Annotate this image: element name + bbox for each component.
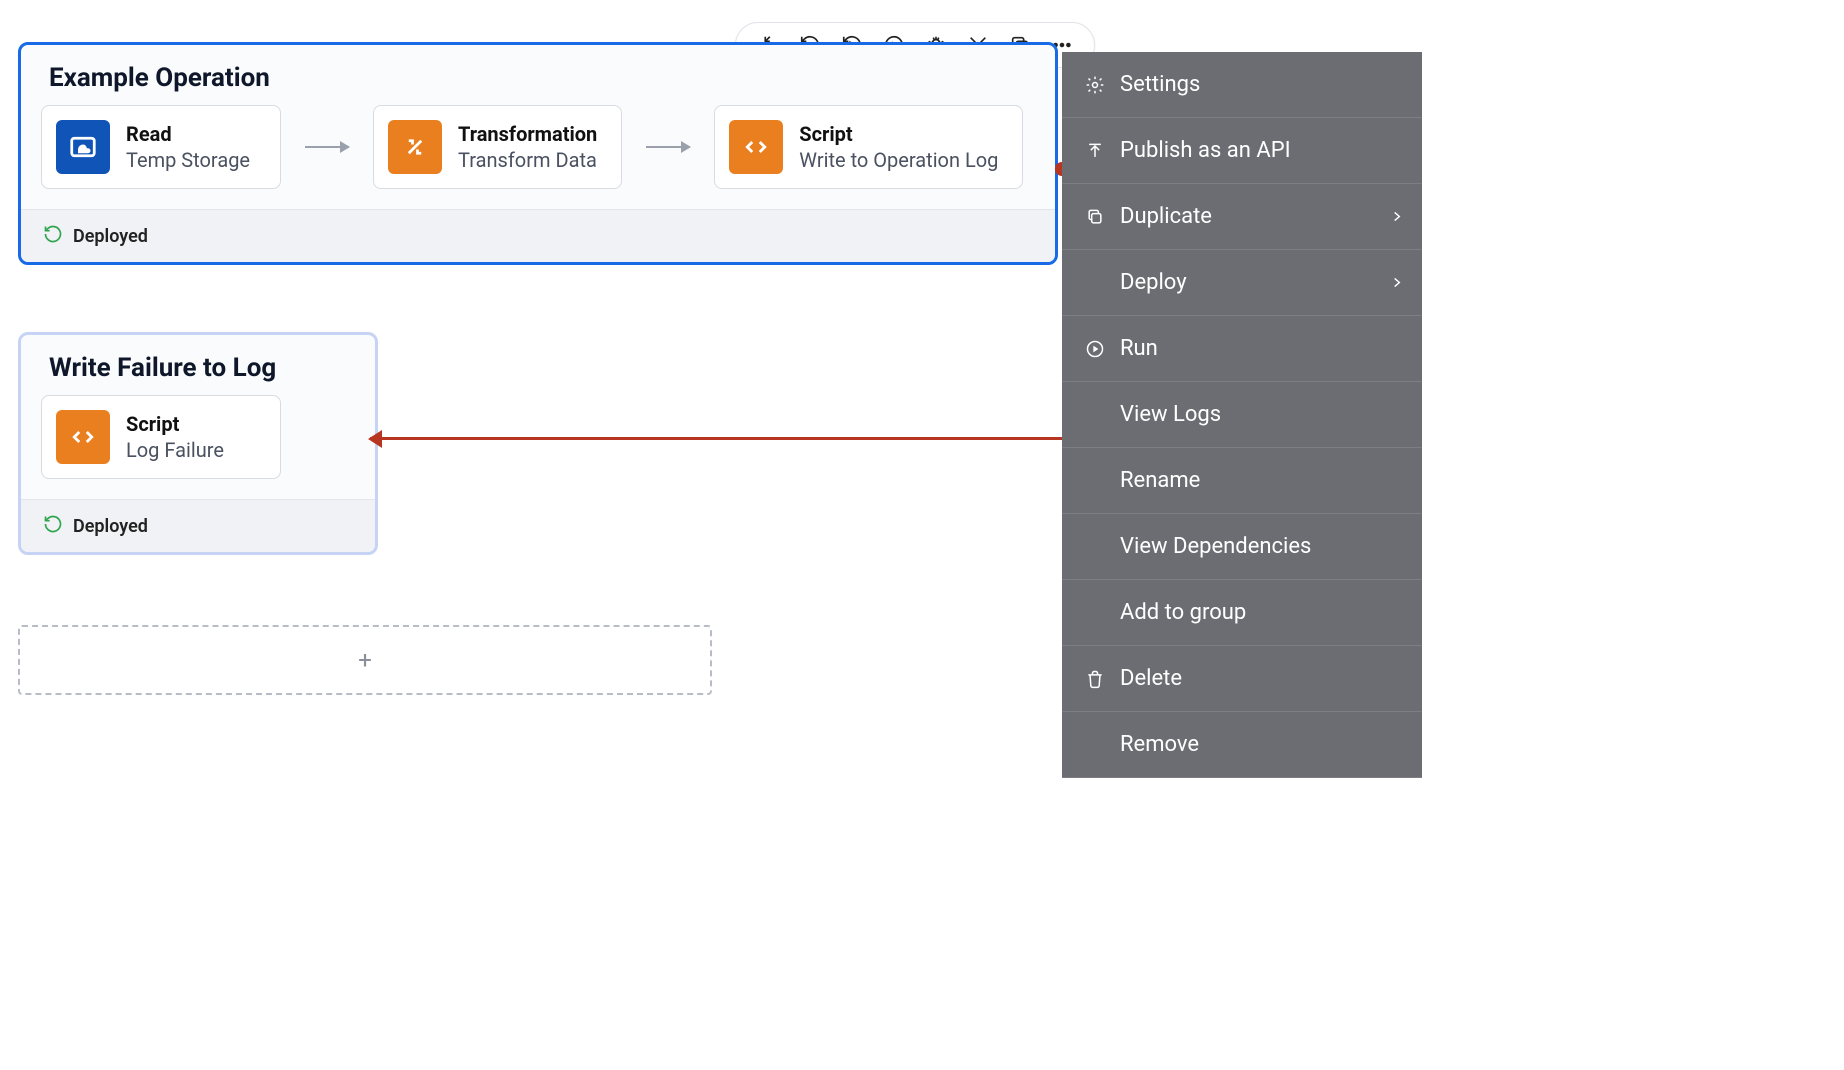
failure-connector-arrow <box>370 437 1065 440</box>
menu-item-view-logs[interactable]: View Logs <box>1062 382 1422 448</box>
step-script[interactable]: Script Log Failure <box>41 395 281 479</box>
operation-title: Example Operation <box>21 45 1055 105</box>
operation-context-menu: Settings Publish as an API Duplicate Dep… <box>1062 52 1422 778</box>
trash-icon <box>1084 668 1106 690</box>
storage-icon <box>56 120 110 174</box>
operation-steps: Script Log Failure <box>21 395 375 499</box>
menu-item-remove[interactable]: Remove <box>1062 712 1422 778</box>
flow-arrow-icon <box>305 146 349 148</box>
menu-label: View Logs <box>1120 402 1221 427</box>
status-text: Deployed <box>73 516 148 537</box>
add-operation-dropzone[interactable]: + <box>18 625 712 695</box>
step-transformation[interactable]: Transformation Transform Data <box>373 105 622 189</box>
menu-item-deploy[interactable]: Deploy <box>1062 250 1422 316</box>
menu-label: Deploy <box>1120 270 1187 295</box>
menu-item-publish-api[interactable]: Publish as an API <box>1062 118 1422 184</box>
step-label: Log Failure <box>126 438 224 462</box>
deployed-status-icon <box>43 514 63 538</box>
script-icon <box>56 410 110 464</box>
transform-icon <box>388 120 442 174</box>
play-icon <box>1084 338 1106 360</box>
step-type: Read <box>126 122 250 146</box>
menu-item-delete[interactable]: Delete <box>1062 646 1422 712</box>
menu-label: Settings <box>1120 72 1200 97</box>
operation-card-primary[interactable]: Example Operation Read Temp Storage Tran… <box>18 42 1058 265</box>
gear-icon <box>1084 74 1106 96</box>
publish-icon <box>1084 140 1106 162</box>
menu-label: Delete <box>1120 666 1182 691</box>
menu-item-run[interactable]: Run <box>1062 316 1422 382</box>
menu-label: Publish as an API <box>1120 138 1291 163</box>
script-icon <box>729 120 783 174</box>
chevron-right-icon <box>1390 270 1404 295</box>
operation-card-secondary[interactable]: Write Failure to Log Script Log Failure … <box>18 332 378 555</box>
deployed-status-icon <box>43 224 63 248</box>
step-read[interactable]: Read Temp Storage <box>41 105 281 189</box>
step-label: Temp Storage <box>126 148 250 172</box>
menu-label: Run <box>1120 336 1158 361</box>
menu-label: Rename <box>1120 468 1200 493</box>
menu-item-settings[interactable]: Settings <box>1062 52 1422 118</box>
menu-label: Remove <box>1120 732 1199 757</box>
duplicate-icon <box>1084 206 1106 228</box>
menu-item-add-to-group[interactable]: Add to group <box>1062 580 1422 646</box>
step-type: Script <box>126 412 224 436</box>
plus-icon: + <box>358 646 372 674</box>
step-type: Script <box>799 122 998 146</box>
menu-item-view-dependencies[interactable]: View Dependencies <box>1062 514 1422 580</box>
operation-title: Write Failure to Log <box>21 335 375 395</box>
menu-label: Add to group <box>1120 600 1246 625</box>
menu-item-rename[interactable]: Rename <box>1062 448 1422 514</box>
step-script[interactable]: Script Write to Operation Log <box>714 105 1023 189</box>
menu-item-duplicate[interactable]: Duplicate <box>1062 184 1422 250</box>
operation-status-bar: Deployed <box>21 499 375 552</box>
operation-status-bar: Deployed <box>21 209 1055 262</box>
status-text: Deployed <box>73 226 148 247</box>
flow-arrow-icon <box>646 146 690 148</box>
step-label: Transform Data <box>458 148 597 172</box>
menu-label: View Dependencies <box>1120 534 1311 559</box>
menu-label: Duplicate <box>1120 204 1212 229</box>
step-label: Write to Operation Log <box>799 148 998 172</box>
chevron-right-icon <box>1390 204 1404 229</box>
step-type: Transformation <box>458 122 597 146</box>
operation-steps: Read Temp Storage Transformation Transfo… <box>21 105 1055 209</box>
